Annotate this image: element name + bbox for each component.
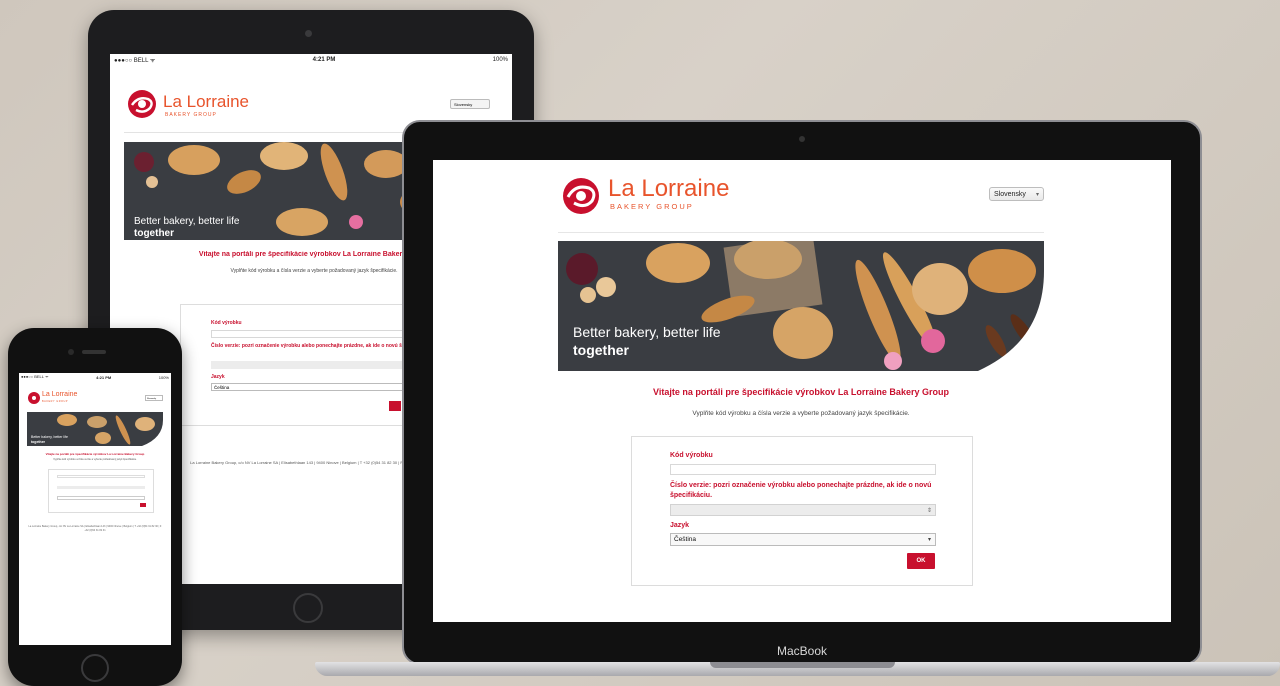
phone-camera bbox=[68, 349, 74, 355]
spec-language-select[interactable]: Čeština ▾ bbox=[670, 533, 936, 546]
battery-label: 100% bbox=[492, 57, 508, 63]
version-select[interactable]: ⇕ bbox=[670, 504, 936, 516]
language-select-value: Slovensky bbox=[994, 191, 1026, 198]
language-select[interactable]: Slovensky bbox=[145, 395, 163, 401]
page-subtitle: Vyplňte kód výrobku a čísla verzie a vyb… bbox=[692, 410, 910, 417]
hero-line2: together bbox=[134, 228, 174, 239]
carrier-label: ●●●○○ BELL ᯤ bbox=[21, 374, 49, 379]
language-label: Jazyk bbox=[670, 522, 690, 529]
product-code-label: Kód výrobku bbox=[211, 320, 242, 326]
phone-status-bar: ●●●○○ BELL ᯤ 4:21 PM 100% bbox=[19, 373, 171, 381]
hero-line2: together bbox=[31, 440, 45, 444]
language-label: Jazyk bbox=[211, 374, 225, 380]
language-select-value: Slovensky bbox=[147, 398, 157, 400]
hero-line1: Better bakery, better life bbox=[573, 324, 721, 340]
product-code-label: Kód výrobku bbox=[670, 452, 713, 459]
ok-button[interactable] bbox=[140, 503, 146, 507]
logo-mark-icon[interactable] bbox=[27, 391, 41, 405]
chevron-down-icon: ▾ bbox=[1035, 192, 1039, 198]
ok-button[interactable]: OK bbox=[907, 553, 935, 569]
brand-name: La Lorraine bbox=[608, 175, 730, 202]
page-title: Vitajte na portáli pre špecifikácie výro… bbox=[653, 387, 949, 397]
hero-line2: together bbox=[573, 342, 629, 358]
page-title: Vitajte na portáli pre špecifikácie výro… bbox=[45, 452, 145, 456]
hero-line1: Better bakery, better life bbox=[134, 216, 240, 227]
hero-banner bbox=[558, 241, 1044, 371]
brand-subtitle: BAKERY GROUP bbox=[165, 112, 217, 118]
phone-device: ●●●○○ BELL ᯤ 4:21 PM 100% La Lorraine BA… bbox=[8, 328, 182, 686]
language-select[interactable]: Slovensky bbox=[450, 99, 490, 109]
spec-language-select[interactable] bbox=[57, 496, 145, 500]
divider bbox=[558, 232, 1044, 233]
clock-label: 4:21 PM bbox=[96, 374, 112, 380]
product-code-input[interactable] bbox=[57, 475, 145, 478]
tablet-camera bbox=[305, 30, 312, 37]
version-select[interactable] bbox=[57, 486, 145, 489]
brand-subtitle: BAKERY GROUP bbox=[610, 202, 694, 211]
laptop-notch bbox=[710, 662, 895, 668]
carrier-label: ●●●○○ BELL ᯤ bbox=[114, 58, 156, 64]
laptop-camera bbox=[799, 136, 805, 142]
logo-mark-icon[interactable] bbox=[561, 176, 605, 216]
brand-name: La Lorraine bbox=[42, 391, 78, 398]
language-select-value: Slovensky bbox=[454, 102, 473, 107]
hero-banner bbox=[27, 412, 163, 446]
laptop-brand-label: MacBook bbox=[776, 644, 828, 658]
chevron-down-icon: ▾ bbox=[927, 537, 931, 543]
hero-line1: Better bakery, better life bbox=[31, 435, 68, 439]
tablet-home-button[interactable] bbox=[293, 593, 323, 623]
laptop-screen: La Lorraine BAKERY GROUP Slovensky ▾ Bet… bbox=[433, 160, 1171, 622]
phone-home-button[interactable] bbox=[81, 654, 109, 682]
brand-name: La Lorraine bbox=[163, 92, 250, 111]
footer: La Lorraine Bakery Group, c/o NV La Lorr… bbox=[28, 525, 162, 532]
spec-form bbox=[48, 469, 154, 513]
ok-button[interactable] bbox=[389, 401, 401, 411]
version-label: Číslo verzie: pozri označenie výrobku al… bbox=[670, 482, 932, 499]
clock-label: 4:21 PM bbox=[312, 57, 336, 63]
page-subtitle: Vyplňte kód výrobku a čísla verzie a vyb… bbox=[53, 458, 137, 461]
phone-screen: ●●●○○ BELL ᯤ 4:21 PM 100% La Lorraine BA… bbox=[19, 373, 171, 645]
tablet-status-bar: ●●●○○ BELL ᯤ 4:21 PM 100% bbox=[110, 54, 512, 66]
spec-language-value: Čeština bbox=[214, 385, 230, 390]
battery-label: 100% bbox=[158, 374, 169, 380]
product-code-input[interactable] bbox=[670, 464, 936, 475]
phone-speaker bbox=[82, 350, 106, 354]
brand-subtitle: BAKERY GROUP bbox=[42, 400, 68, 403]
language-select[interactable]: Slovensky ▾ bbox=[989, 187, 1044, 201]
spec-form: Kód výrobku Číslo verzie: pozri označeni… bbox=[631, 436, 973, 586]
spec-language-value: Čeština bbox=[674, 536, 697, 543]
